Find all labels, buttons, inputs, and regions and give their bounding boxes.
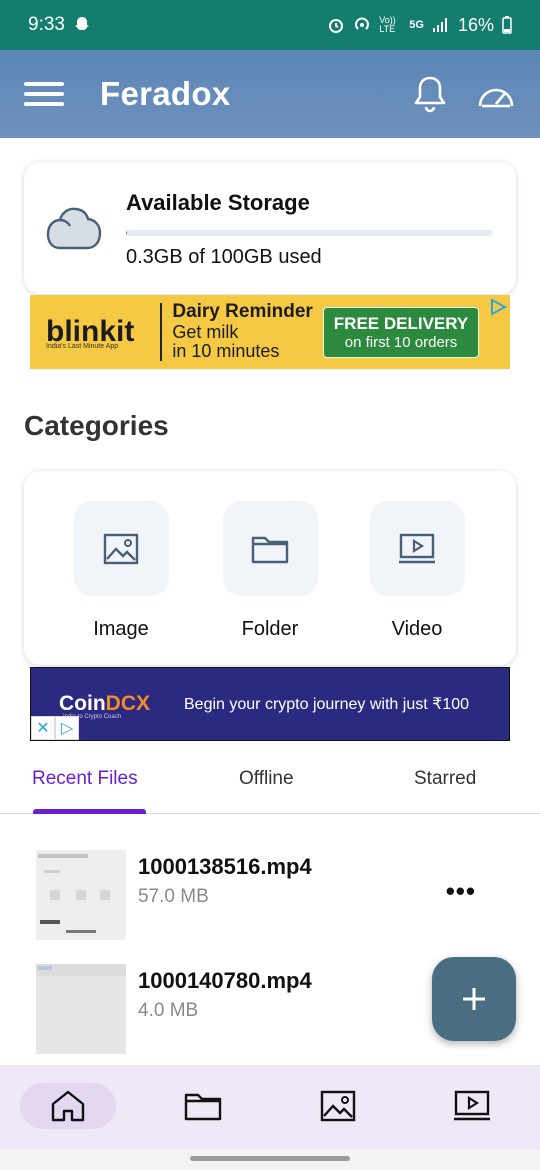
signal-icon (432, 18, 447, 32)
hotspot-icon (355, 17, 370, 30)
network-label: Vo)) LTE (379, 15, 396, 34)
storage-card[interactable]: Available Storage 0.3GB of 100GB used (24, 162, 516, 294)
tab-starred[interactable]: Starred (414, 768, 476, 790)
folder-icon (251, 536, 289, 563)
bottom-navigation (0, 1065, 540, 1149)
add-button[interactable] (432, 957, 516, 1041)
status-bar: 9:33 Vo)) LTE 5G 16% (0, 0, 540, 50)
video-icon (454, 1090, 490, 1121)
ad-brand-logo: CoinDCX (59, 692, 150, 715)
gesture-handle[interactable] (190, 1156, 350, 1161)
ad-banner-blinkit[interactable]: blinkit India's Last Minute App Dairy Re… (30, 295, 510, 369)
tab-recent-files[interactable]: Recent Files (32, 768, 138, 790)
category-folder[interactable]: Folder (200, 501, 340, 641)
nav-folders[interactable] (155, 1083, 251, 1129)
storage-progress-bar (126, 230, 492, 236)
nav-home[interactable] (20, 1083, 116, 1129)
ad-line-2: in 10 minutes (172, 341, 280, 362)
alarm-icon (329, 19, 344, 33)
image-icon (103, 533, 139, 564)
plus-icon (463, 988, 485, 1010)
categories-title: Categories (24, 410, 169, 441)
adchoices-icon[interactable]: ▷ (55, 716, 79, 740)
ad-banner-coindcx[interactable]: CoinDCX India to Crypto Coach Begin your… (30, 667, 510, 741)
file-tabs: Recent Files Offline Starred (0, 746, 540, 814)
file-thumbnail (36, 964, 126, 1054)
battery-icon (502, 16, 512, 34)
active-tab-indicator (33, 809, 146, 814)
ad-divider (160, 303, 163, 361)
more-options-icon[interactable]: ••• (446, 876, 476, 907)
snapchat-icon (74, 17, 89, 30)
file-thumbnail (36, 850, 126, 940)
ad-message: Begin your crypto journey with just ₹100 (184, 696, 469, 713)
app-title: Feradox (100, 75, 231, 112)
ad-line-1: Get milk (172, 321, 239, 342)
storage-progress-fill (126, 230, 128, 236)
speedometer-icon[interactable] (476, 78, 516, 110)
home-icon (51, 1090, 85, 1122)
video-icon (399, 533, 435, 563)
nav-images[interactable] (290, 1083, 386, 1129)
menu-icon[interactable] (24, 80, 64, 108)
file-size: 4.0 MB (138, 1000, 199, 1021)
status-time: 9:33 (28, 14, 65, 35)
notifications-bell-icon[interactable] (412, 75, 448, 113)
signal-type-label: 5G (409, 19, 424, 31)
file-name: 1000138516.mp4 (138, 854, 312, 879)
storage-title: Available Storage (126, 190, 310, 215)
nav-videos[interactable] (424, 1083, 520, 1129)
ad-close-icon[interactable]: ✕ (31, 716, 55, 740)
tab-offline[interactable]: Offline (239, 768, 294, 790)
cloud-storage-icon (46, 207, 102, 250)
storage-used-text: 0.3GB of 100GB used (126, 246, 322, 268)
category-video[interactable]: Video (347, 501, 487, 641)
image-icon (320, 1090, 356, 1122)
ad-cta-button[interactable]: FREE DELIVERY on first 10 orders (322, 306, 480, 358)
file-size: 57.0 MB (138, 886, 209, 907)
battery-percent: 16% (457, 14, 494, 35)
file-row[interactable]: 1000138516.mp4 57.0 MB ••• (36, 850, 516, 940)
app-bar: Feradox (0, 50, 540, 138)
file-name: 1000140780.mp4 (138, 968, 312, 993)
category-image[interactable]: Image (51, 501, 191, 641)
ad-headline: Dairy Reminder (172, 300, 313, 322)
folder-icon (184, 1093, 222, 1121)
adchoices-icon[interactable] (488, 297, 508, 317)
ad-brand-tagline: India's Last Minute App (46, 343, 119, 350)
categories-card: Image Folder Video (24, 471, 516, 665)
